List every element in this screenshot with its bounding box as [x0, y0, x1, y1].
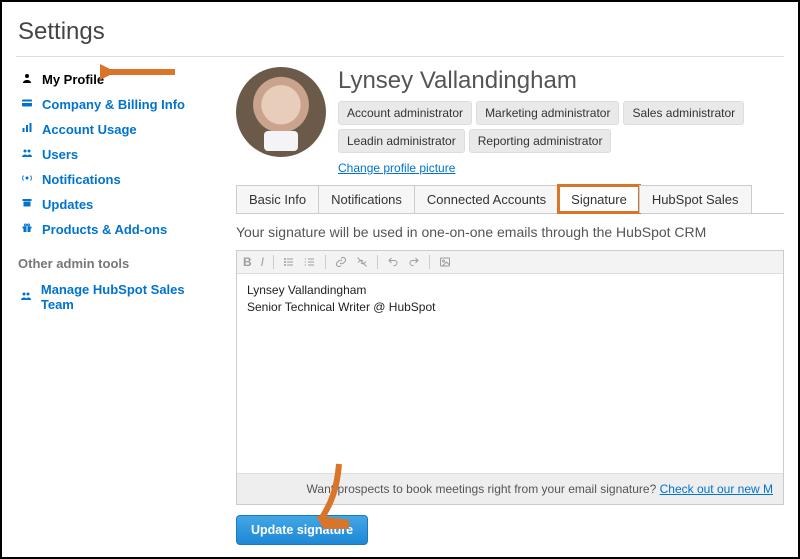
signature-help-text: Your signature will be used in one-on-on…	[236, 224, 784, 240]
role-pills: Account administrator Marketing administ…	[338, 101, 784, 153]
gift-icon	[18, 222, 36, 237]
sidebar-item-label: Manage HubSpot Sales Team	[41, 282, 210, 312]
tab-hubspot-sales[interactable]: HubSpot Sales	[639, 185, 752, 213]
role-pill: Leadin administrator	[338, 129, 465, 153]
link-icon[interactable]	[335, 256, 347, 268]
tab-connected-accounts[interactable]: Connected Accounts	[414, 185, 559, 213]
sidebar-item-label: Products & Add-ons	[42, 222, 167, 237]
toolbar-separator	[377, 255, 378, 269]
sidebar-section-other-tools: Other admin tools	[18, 256, 212, 271]
toolbar-separator	[325, 255, 326, 269]
sidebar-item-label: Notifications	[42, 172, 121, 187]
change-profile-picture-link[interactable]: Change profile picture	[338, 161, 455, 175]
prospect-promo-bar: Want prospects to book meetings right fr…	[237, 473, 783, 504]
toolbar-separator	[273, 255, 274, 269]
sidebar-item-products-addons[interactable]: Products & Add-ons	[16, 217, 212, 242]
ol-list-icon[interactable]: 123	[304, 256, 316, 268]
sidebar-item-label: Company & Billing Info	[42, 97, 185, 112]
sidebar-item-account-usage[interactable]: Account Usage	[16, 117, 212, 142]
bold-icon[interactable]: B	[243, 255, 252, 269]
signature-line: Senior Technical Writer @ HubSpot	[247, 300, 436, 314]
sidebar-item-label: Users	[42, 147, 78, 162]
profile-name: Lynsey Vallandingham	[338, 67, 784, 95]
editor-toolbar: B I 123	[237, 251, 783, 274]
sidebar-item-label: Account Usage	[42, 122, 137, 137]
prospect-bar-text: Want prospects to book meetings right fr…	[307, 482, 660, 496]
users-icon	[18, 147, 36, 162]
italic-icon[interactable]: I	[261, 255, 264, 269]
sidebar-item-users[interactable]: Users	[16, 142, 212, 167]
sidebar-item-company-billing[interactable]: Company & Billing Info	[16, 92, 212, 117]
sidebar-item-label: Updates	[42, 197, 93, 212]
toolbar-separator	[429, 255, 430, 269]
prospect-bar-link[interactable]: Check out our new M	[660, 482, 773, 496]
card-icon	[18, 97, 36, 112]
signature-editor: B I 123	[236, 250, 784, 505]
sidebar-item-label: My Profile	[42, 72, 104, 87]
profile-tabs: Basic Info Notifications Connected Accou…	[236, 185, 784, 214]
page-title: Settings	[18, 18, 784, 46]
signature-textarea[interactable]: Lynsey Vallandingham Senior Technical Wr…	[237, 274, 783, 473]
user-icon	[18, 72, 36, 87]
tab-basic-info[interactable]: Basic Info	[236, 185, 319, 213]
tab-notifications[interactable]: Notifications	[318, 185, 415, 213]
settings-sidebar: My Profile Company & Billing Info Accoun…	[16, 67, 212, 545]
sidebar-item-notifications[interactable]: Notifications	[16, 167, 212, 192]
broadcast-icon	[18, 172, 36, 187]
undo-icon[interactable]	[387, 256, 399, 268]
sidebar-item-updates[interactable]: Updates	[16, 192, 212, 217]
users-icon	[18, 290, 35, 305]
update-signature-button[interactable]: Update signature	[236, 515, 368, 545]
redo-icon[interactable]	[408, 256, 420, 268]
role-pill: Marketing administrator	[476, 101, 619, 125]
role-pill: Reporting administrator	[469, 129, 612, 153]
signature-line: Lynsey Vallandingham	[247, 283, 366, 297]
sidebar-item-manage-sales-team[interactable]: Manage HubSpot Sales Team	[16, 277, 212, 317]
tab-signature[interactable]: Signature	[558, 185, 640, 213]
sidebar-item-my-profile[interactable]: My Profile	[16, 67, 212, 92]
main-content: Lynsey Vallandingham Account administrat…	[212, 67, 784, 545]
role-pill: Account administrator	[338, 101, 472, 125]
archive-icon	[18, 197, 36, 212]
ul-list-icon[interactable]	[283, 256, 295, 268]
svg-text:3: 3	[305, 263, 307, 267]
role-pill: Sales administrator	[623, 101, 744, 125]
avatar	[236, 67, 326, 157]
unlink-icon[interactable]	[356, 256, 368, 268]
image-icon[interactable]	[439, 256, 451, 268]
divider	[16, 56, 784, 57]
bar-chart-icon	[18, 122, 36, 137]
